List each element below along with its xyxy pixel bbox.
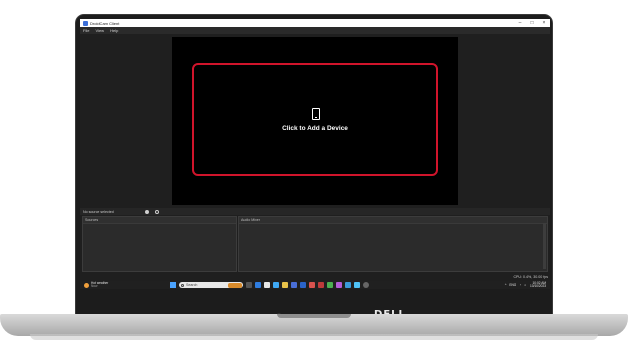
app-icon-blue[interactable]	[345, 282, 351, 288]
taskbar-search[interactable]: Search	[179, 282, 243, 288]
maximize-button[interactable]: □	[526, 20, 538, 26]
store-icon[interactable]	[291, 282, 297, 288]
minimize-button[interactable]: –	[514, 20, 526, 26]
no-source-label: No source selected	[83, 209, 114, 214]
menu-help[interactable]: Help	[107, 28, 121, 33]
file-explorer-icon[interactable]	[282, 282, 288, 288]
weather-widget[interactable]: Hot weather Now	[80, 281, 170, 289]
chrome-icon[interactable]	[327, 282, 333, 288]
chat-icon[interactable]	[255, 282, 261, 288]
laptop-notch	[277, 314, 351, 318]
laptop-lid: DroidCam Client – □ × File View Help Cli…	[75, 14, 553, 320]
screen: DroidCam Client – □ × File View Help Cli…	[80, 19, 550, 289]
chevron-up-icon[interactable]: ^	[505, 283, 507, 287]
close-button[interactable]: ×	[538, 20, 550, 26]
clock[interactable]: 10:02 AM 10/10/2023	[530, 281, 546, 289]
language-indicator[interactable]: ENG	[509, 283, 516, 287]
laptop-shadow	[30, 334, 598, 340]
audio-mixer-panel: Audio Mixer	[238, 216, 548, 272]
laptop-scene: DroidCam Client – □ × File View Help Cli…	[0, 0, 628, 353]
add-device-button[interactable]: Click to Add a Device	[192, 63, 438, 176]
window-titlebar: DroidCam Client – □ ×	[80, 19, 550, 27]
taskbar-apps	[246, 282, 372, 288]
radio-icon	[155, 209, 159, 214]
app-icon-light[interactable]	[354, 282, 360, 288]
window-controls: – □ ×	[514, 20, 550, 26]
menu-bar: File View Help	[80, 27, 550, 34]
weather-sub: Now	[91, 284, 98, 288]
sources-title: Sources	[83, 217, 236, 224]
menu-file[interactable]: File	[80, 28, 92, 33]
taskbar: Hot weather Now Search ^ ENG ◔ ◖ 10:02 A…	[80, 281, 550, 289]
app-icon-purple[interactable]	[336, 282, 342, 288]
windows-start-icon[interactable]	[170, 282, 176, 288]
wifi-icon[interactable]: ◔ ◖	[519, 283, 527, 287]
system-tray: ^ ENG ◔ ◖ 10:02 AM 10/10/2023	[505, 281, 550, 289]
search-placeholder: Search	[186, 283, 198, 287]
menu-view[interactable]: View	[92, 28, 107, 33]
clock-date: 10/10/2023	[530, 284, 546, 288]
app-icon-red[interactable]	[318, 282, 324, 288]
search-icon	[181, 283, 184, 287]
mail-icon[interactable]	[309, 282, 315, 288]
droidcam-taskbar-icon[interactable]	[363, 282, 369, 288]
window-title: DroidCam Client	[90, 20, 120, 26]
task-view-icon[interactable]	[246, 282, 252, 288]
audio-mixer-title: Audio Mixer	[239, 217, 547, 224]
add-device-label: Click to Add a Device	[282, 125, 348, 132]
scrollbar[interactable]	[543, 223, 546, 269]
option-1[interactable]	[145, 209, 151, 214]
phone-icon	[312, 108, 320, 120]
status-line: No source selected	[80, 208, 550, 215]
app-icon-l[interactable]	[300, 282, 306, 288]
preview-area: Click to Add a Device	[172, 37, 458, 205]
radio-icon	[145, 209, 149, 214]
option-2[interactable]	[155, 209, 161, 214]
app-icon-1[interactable]	[264, 282, 270, 288]
app-icon	[83, 20, 88, 26]
sun-icon	[84, 282, 89, 288]
sources-panel: Sources	[82, 216, 237, 272]
edge-icon[interactable]	[273, 282, 279, 288]
search-highlight-icon	[228, 282, 242, 288]
